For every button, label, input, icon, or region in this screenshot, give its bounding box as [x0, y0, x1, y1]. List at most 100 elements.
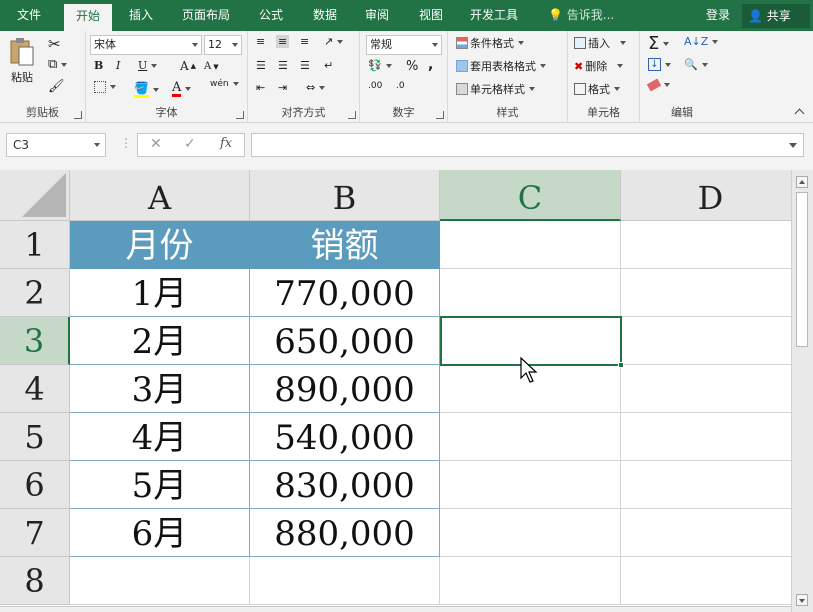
align-bottom-button[interactable]: ≡ — [300, 35, 309, 48]
share-button[interactable]: 👤 共享 — [742, 4, 810, 28]
copy-button[interactable]: ⧉ — [48, 57, 68, 72]
delete-cells-button[interactable]: ✖ 删除 — [574, 58, 624, 74]
increase-indent-button[interactable]: ⇥ — [278, 81, 287, 94]
cell-d1[interactable] — [621, 221, 791, 269]
tab-developer[interactable]: 开发工具 — [462, 0, 526, 31]
expand-formula-icon[interactable] — [789, 143, 797, 148]
enter-icon[interactable]: ✓ — [184, 136, 196, 152]
cell-d6[interactable] — [621, 461, 791, 509]
cell-c6[interactable] — [440, 461, 621, 509]
grow-font-button[interactable]: A ▲ — [180, 59, 196, 73]
cancel-icon[interactable]: ✕ — [150, 136, 162, 152]
orientation-button[interactable]: ↗ — [324, 35, 344, 48]
wrap-text-button[interactable]: ↵ — [324, 59, 333, 72]
column-header-c[interactable]: C — [440, 170, 621, 221]
format-painter-button[interactable]: 🖌 — [48, 79, 65, 94]
percent-button[interactable]: % — [406, 59, 418, 74]
cell-b4[interactable]: 890,000 — [250, 365, 440, 413]
align-right-button[interactable]: ☰ — [300, 59, 310, 72]
paste-button[interactable]: 粘贴 — [8, 37, 36, 85]
cell-a1[interactable]: 月份 — [70, 221, 250, 269]
row-header-7[interactable]: 7 — [0, 509, 70, 557]
borders-button[interactable] — [94, 81, 116, 93]
decrease-decimal-button[interactable]: .0 — [396, 81, 405, 91]
number-launcher-icon[interactable] — [436, 111, 444, 119]
cell-c8[interactable] — [440, 557, 621, 605]
tab-review[interactable]: 审阅 — [354, 0, 400, 31]
clear-button[interactable] — [646, 78, 670, 92]
decrease-indent-button[interactable]: ⇤ — [256, 81, 265, 94]
cell-a5[interactable]: 4月 — [70, 413, 250, 461]
worksheet-grid[interactable]: A B C D 1 2 3 4 5 6 7 8 月份 销额 1月 770,000… — [0, 170, 791, 612]
row-header-5[interactable]: 5 — [0, 413, 70, 461]
vertical-scrollbar[interactable] — [791, 170, 813, 612]
align-top-button[interactable]: ≡ — [256, 35, 265, 48]
increase-decimal-button[interactable]: .00 — [368, 81, 382, 91]
format-as-table-button[interactable]: 套用表格格式 — [456, 58, 546, 74]
fill-handle[interactable] — [618, 362, 624, 368]
login-link[interactable]: 登录 — [706, 0, 730, 31]
column-header-b[interactable]: B — [250, 170, 440, 221]
cell-b8[interactable] — [250, 557, 440, 605]
cell-a2[interactable]: 1月 — [70, 269, 250, 317]
currency-button[interactable]: 💱 — [368, 59, 392, 72]
tell-me-search[interactable]: 💡 告诉我... — [548, 0, 614, 31]
merge-center-button[interactable]: ⇔ — [306, 81, 326, 94]
align-center-button[interactable]: ☰ — [278, 59, 288, 72]
cell-c7[interactable] — [440, 509, 621, 557]
cut-button[interactable]: ✂ — [48, 35, 61, 53]
cell-d2[interactable] — [621, 269, 791, 317]
tab-page-layout[interactable]: 页面布局 — [174, 0, 238, 31]
fill-color-button[interactable]: 🪣 — [134, 81, 159, 98]
alignment-launcher-icon[interactable] — [348, 111, 356, 119]
column-header-d[interactable]: D — [621, 170, 791, 221]
cell-b3[interactable]: 650,000 — [250, 317, 440, 365]
cell-c5[interactable] — [440, 413, 621, 461]
row-header-2[interactable]: 2 — [0, 269, 70, 317]
cell-b7[interactable]: 880,000 — [250, 509, 440, 557]
tab-view[interactable]: 视图 — [408, 0, 454, 31]
scroll-down-icon[interactable] — [796, 594, 808, 606]
format-cells-button[interactable]: 格式 — [574, 81, 620, 97]
tab-home[interactable]: 开始 — [64, 4, 112, 31]
autosum-button[interactable]: Σ — [648, 33, 670, 54]
tab-data[interactable]: 数据 — [302, 0, 348, 31]
cell-b2[interactable]: 770,000 — [250, 269, 440, 317]
cell-d4[interactable] — [621, 365, 791, 413]
cell-b5[interactable]: 540,000 — [250, 413, 440, 461]
row-header-1[interactable]: 1 — [0, 221, 70, 269]
name-box[interactable]: C3 — [6, 133, 106, 157]
align-middle-button[interactable]: ≡ — [276, 35, 290, 48]
cell-c2[interactable] — [440, 269, 621, 317]
row-header-8[interactable]: 8 — [0, 557, 70, 605]
cell-d7[interactable] — [621, 509, 791, 557]
tab-file[interactable]: 文件 — [6, 0, 52, 31]
shrink-font-button[interactable]: A ▼ — [204, 61, 219, 72]
sort-filter-button[interactable]: A↓Z — [684, 35, 719, 48]
font-name-select[interactable]: 宋体 — [90, 35, 202, 55]
phonetic-button[interactable]: wén — [210, 79, 239, 89]
insert-cells-button[interactable]: 插入 — [574, 35, 626, 51]
cell-c1[interactable] — [440, 221, 621, 269]
collapse-ribbon-icon[interactable] — [794, 108, 805, 119]
tab-formulas[interactable]: 公式 — [248, 0, 294, 31]
underline-button[interactable]: U — [138, 59, 158, 72]
cell-d8[interactable] — [621, 557, 791, 605]
tab-insert[interactable]: 插入 — [118, 0, 164, 31]
cell-styles-button[interactable]: 单元格样式 — [456, 81, 535, 97]
row-header-4[interactable]: 4 — [0, 365, 70, 413]
font-size-select[interactable]: 12 — [204, 35, 242, 55]
formula-input[interactable] — [251, 133, 804, 157]
row-header-6[interactable]: 6 — [0, 461, 70, 509]
clipboard-launcher-icon[interactable] — [74, 111, 82, 119]
cell-b6[interactable]: 830,000 — [250, 461, 440, 509]
comma-button[interactable]: , — [428, 57, 433, 73]
insert-function-icon[interactable]: fx — [220, 136, 232, 151]
cell-d5[interactable] — [621, 413, 791, 461]
fill-button[interactable]: ↓ — [648, 58, 671, 71]
italic-button[interactable]: I — [116, 59, 120, 72]
scroll-thumb[interactable] — [796, 192, 808, 347]
column-header-a[interactable]: A — [70, 170, 250, 221]
number-format-select[interactable]: 常规 — [366, 35, 442, 55]
find-select-button[interactable]: 🔍 — [684, 58, 708, 71]
